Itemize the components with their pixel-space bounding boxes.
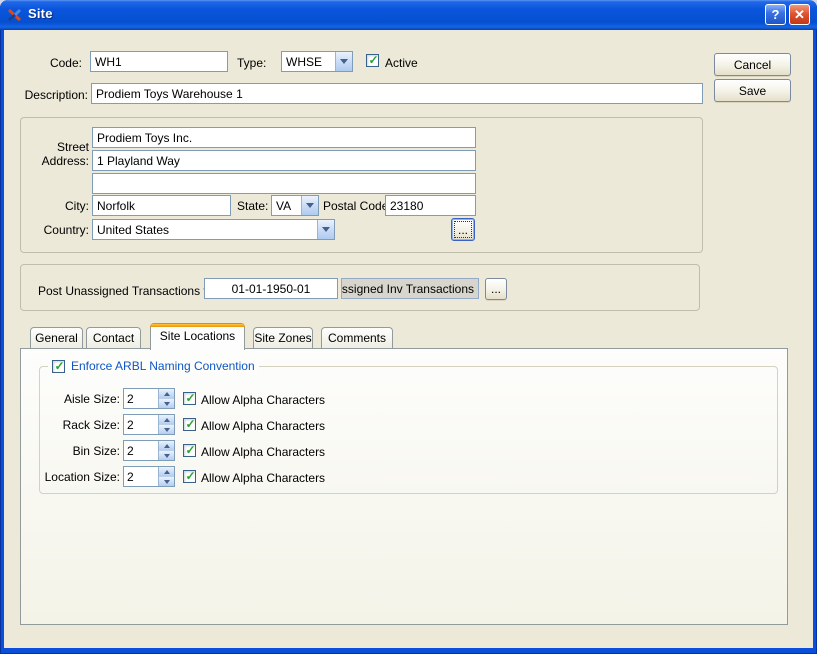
spin-up-icon[interactable]	[159, 441, 174, 451]
chevron-down-icon[interactable]	[317, 220, 334, 239]
state-select-value: VA	[276, 199, 292, 213]
type-label: Type:	[237, 56, 267, 70]
description-input[interactable]	[91, 83, 703, 104]
location-allow-alpha-label: Allow Alpha Characters	[201, 471, 326, 485]
aisle-size-input[interactable]	[124, 389, 158, 408]
post-transactions-label: Post Unassigned Transactions to:	[38, 284, 217, 298]
arbl-legend: Enforce ARBL Naming Convention	[48, 359, 259, 373]
location-size-input[interactable]	[124, 467, 158, 486]
bin-size-stepper[interactable]	[123, 440, 175, 461]
code-label: Code:	[49, 56, 82, 70]
rack-allow-alpha-label: Allow Alpha Characters	[201, 419, 326, 433]
rack-size-input[interactable]	[124, 415, 158, 434]
type-select[interactable]: WHSE	[281, 51, 353, 72]
country-select-value: United States	[97, 223, 170, 237]
tab-general[interactable]: General	[30, 327, 83, 349]
spin-down-icon[interactable]	[159, 425, 174, 434]
postal-code-label: Postal Code:	[323, 199, 392, 213]
address-groupbox: Street Address: City: State: VA Postal C…	[20, 117, 703, 253]
spin-up-icon[interactable]	[159, 467, 174, 477]
post-transactions-groupbox: Post Unassigned Transactions to: nassign…	[20, 264, 700, 311]
spin-down-icon[interactable]	[159, 451, 174, 460]
description-label: Description:	[24, 88, 88, 102]
rack-size-label: Rack Size:	[62, 418, 120, 432]
aisle-size-stepper[interactable]	[123, 388, 175, 409]
enforce-arbl-checkbox[interactable]	[52, 359, 66, 373]
app-logo-icon	[7, 8, 22, 22]
enforce-arbl-label: Enforce ARBL Naming Convention	[71, 359, 255, 373]
spin-down-icon[interactable]	[159, 477, 174, 486]
cancel-button[interactable]: Cancel	[714, 53, 791, 76]
post-account-field: nassigned Inv Transactions	[341, 278, 479, 299]
location-allow-alpha-checkbox[interactable]	[183, 469, 197, 483]
address-line2-input[interactable]	[92, 150, 476, 171]
help-button[interactable]: ?	[765, 4, 786, 25]
state-select[interactable]: VA	[271, 195, 319, 216]
bin-size-input[interactable]	[124, 441, 158, 460]
close-button[interactable]: ✕	[789, 4, 810, 25]
chevron-down-icon[interactable]	[301, 196, 318, 215]
street-address-label: Street Address:	[41, 140, 89, 168]
country-select[interactable]: United States	[92, 219, 335, 240]
post-date-input[interactable]	[204, 278, 338, 299]
title-bar[interactable]: Site ? ✕	[0, 0, 817, 30]
spin-up-icon[interactable]	[159, 415, 174, 425]
bin-allow-alpha-checkbox[interactable]	[183, 443, 197, 457]
postal-code-input[interactable]	[385, 195, 476, 216]
chevron-down-icon[interactable]	[335, 52, 352, 71]
site-dialog-window: Site ? ✕ Code: Type: WHSE Active Cancel …	[0, 0, 817, 654]
aisle-allow-alpha-label: Allow Alpha Characters	[201, 393, 326, 407]
save-button[interactable]: Save	[714, 79, 791, 102]
window-title: Site	[28, 6, 53, 21]
tab-contact[interactable]: Contact	[86, 327, 141, 349]
state-label: State:	[237, 199, 269, 213]
country-label: Country:	[43, 223, 89, 237]
arbl-groupbox: Enforce ARBL Naming Convention Aisle Siz…	[39, 359, 778, 494]
type-select-value: WHSE	[286, 55, 322, 69]
address-line3-input[interactable]	[92, 173, 476, 194]
city-input[interactable]	[92, 195, 231, 216]
site-locations-panel: Enforce ARBL Naming Convention Aisle Siz…	[20, 348, 788, 625]
tab-site-locations[interactable]: Site Locations	[150, 323, 245, 350]
post-account-browse-button[interactable]: ...	[485, 278, 507, 300]
code-input[interactable]	[90, 51, 228, 72]
aisle-allow-alpha-checkbox[interactable]	[183, 391, 197, 405]
location-size-stepper[interactable]	[123, 466, 175, 487]
bin-size-label: Bin Size:	[72, 444, 120, 458]
city-label: City:	[65, 199, 89, 213]
rack-size-stepper[interactable]	[123, 414, 175, 435]
tab-comments[interactable]: Comments	[321, 327, 393, 349]
location-size-label: Location Size:	[44, 470, 120, 484]
active-checkbox[interactable]	[366, 53, 380, 67]
country-browse-button[interactable]: ...	[451, 218, 475, 241]
active-label: Active	[385, 56, 418, 70]
tab-site-zones[interactable]: Site Zones	[253, 327, 313, 349]
bin-allow-alpha-label: Allow Alpha Characters	[201, 445, 326, 459]
aisle-size-label: Aisle Size:	[63, 392, 120, 406]
spin-down-icon[interactable]	[159, 399, 174, 408]
address-line1-input[interactable]	[92, 127, 476, 148]
rack-allow-alpha-checkbox[interactable]	[183, 417, 197, 431]
spin-up-icon[interactable]	[159, 389, 174, 399]
